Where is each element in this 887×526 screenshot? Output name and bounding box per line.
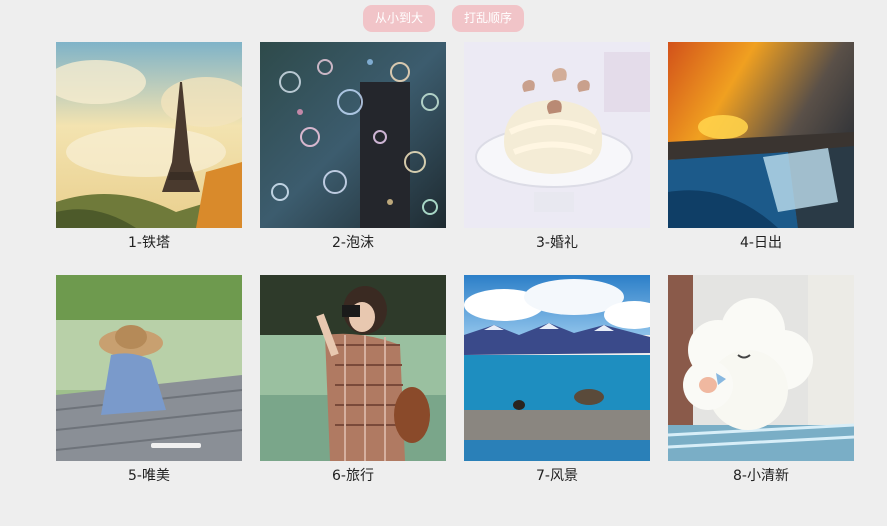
photo-grid: 1-铁塔 2-泡沫 3-婚礼 4-日出 5-唯美 6-旅行 7-风景 8-小清新 — [56, 42, 854, 508]
gallery-item[interactable]: 8-小清新 — [668, 275, 854, 508]
gallery-item[interactable]: 4-日出 — [668, 42, 854, 275]
gallery-caption: 4-日出 — [740, 235, 782, 251]
gallery-item[interactable]: 2-泡沫 — [260, 42, 446, 275]
wedding-cake-photo[interactable] — [464, 42, 650, 228]
gallery-caption: 2-泡沫 — [332, 235, 374, 251]
bubbles-photo[interactable] — [260, 42, 446, 228]
gallery-item[interactable]: 6-旅行 — [260, 275, 446, 508]
sort-ascending-button[interactable]: 从小到大 — [362, 5, 435, 32]
gallery-caption: 5-唯美 — [128, 468, 170, 484]
gallery-item[interactable]: 5-唯美 — [56, 275, 242, 508]
girl-on-pier-photo[interactable] — [56, 275, 242, 461]
cloud-plush-photo[interactable] — [668, 275, 854, 461]
gallery-item[interactable]: 7-风景 — [464, 275, 650, 508]
girl-with-camera-photo[interactable] — [260, 275, 446, 461]
gallery-caption: 8-小清新 — [733, 468, 789, 484]
sunrise-waterfall-photo[interactable] — [668, 42, 854, 228]
gallery-caption: 1-铁塔 — [128, 235, 170, 251]
mountain-lake-photo[interactable] — [464, 275, 650, 461]
shuffle-button[interactable]: 打乱顺序 — [452, 5, 525, 32]
eiffel-tower-photo[interactable] — [56, 42, 242, 228]
gallery-item[interactable]: 1-铁塔 — [56, 42, 242, 275]
gallery-item[interactable]: 3-婚礼 — [464, 42, 650, 275]
gallery-caption: 6-旅行 — [332, 468, 374, 484]
gallery-caption: 3-婚礼 — [536, 235, 578, 251]
gallery-caption: 7-风景 — [536, 468, 578, 484]
toolbar: 从小到大 打乱顺序 — [0, 5, 887, 32]
